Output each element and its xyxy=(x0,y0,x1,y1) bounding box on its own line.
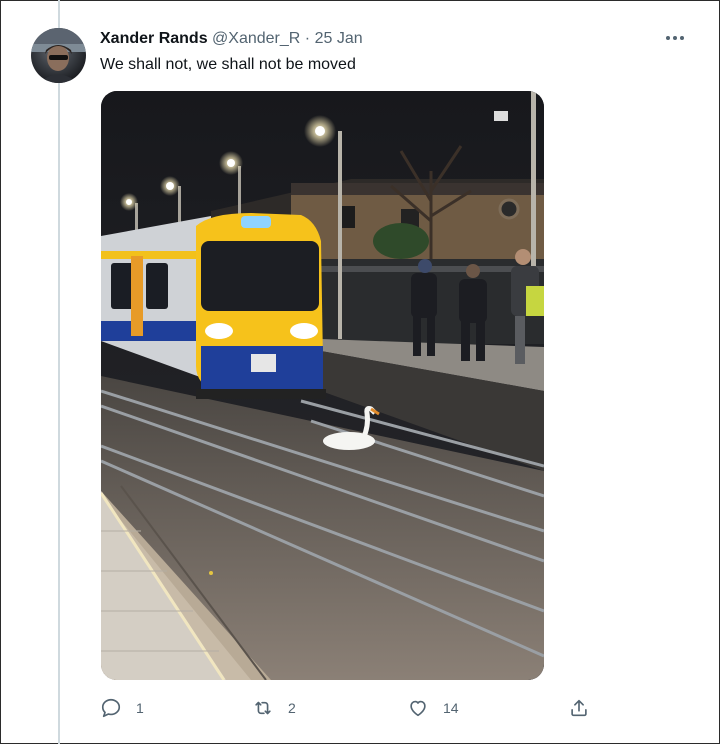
tweet-actions: 1 2 14 xyxy=(100,694,600,722)
retweet-count: 2 xyxy=(288,700,296,716)
reply-icon xyxy=(101,698,121,718)
meta-separator: · xyxy=(304,30,311,47)
like-button[interactable]: 14 xyxy=(407,694,459,722)
reply-count: 1 xyxy=(136,700,144,716)
more-options-button[interactable] xyxy=(662,28,688,48)
more-horizontal-icon xyxy=(666,36,684,40)
share-button[interactable] xyxy=(568,694,590,722)
tweet-media-photo[interactable] xyxy=(101,91,544,680)
heart-icon xyxy=(410,700,426,717)
train-swan-photo xyxy=(101,91,544,680)
tweet-header: Xander Rands @Xander_R · 25 Jan xyxy=(100,29,363,49)
tweet-text: We shall not, we shall not be moved xyxy=(100,56,356,73)
author-handle[interactable]: @Xander_R xyxy=(212,30,300,47)
retweet-icon xyxy=(255,701,271,715)
author-name[interactable]: Xander Rands xyxy=(100,30,208,47)
avatar[interactable] xyxy=(31,28,86,83)
retweet-button[interactable]: 2 xyxy=(252,694,296,722)
tweet-date[interactable]: 25 Jan xyxy=(315,30,363,47)
share-icon xyxy=(571,699,587,717)
thread-line xyxy=(58,0,60,744)
like-count: 14 xyxy=(443,700,459,716)
reply-button[interactable]: 1 xyxy=(100,694,144,722)
